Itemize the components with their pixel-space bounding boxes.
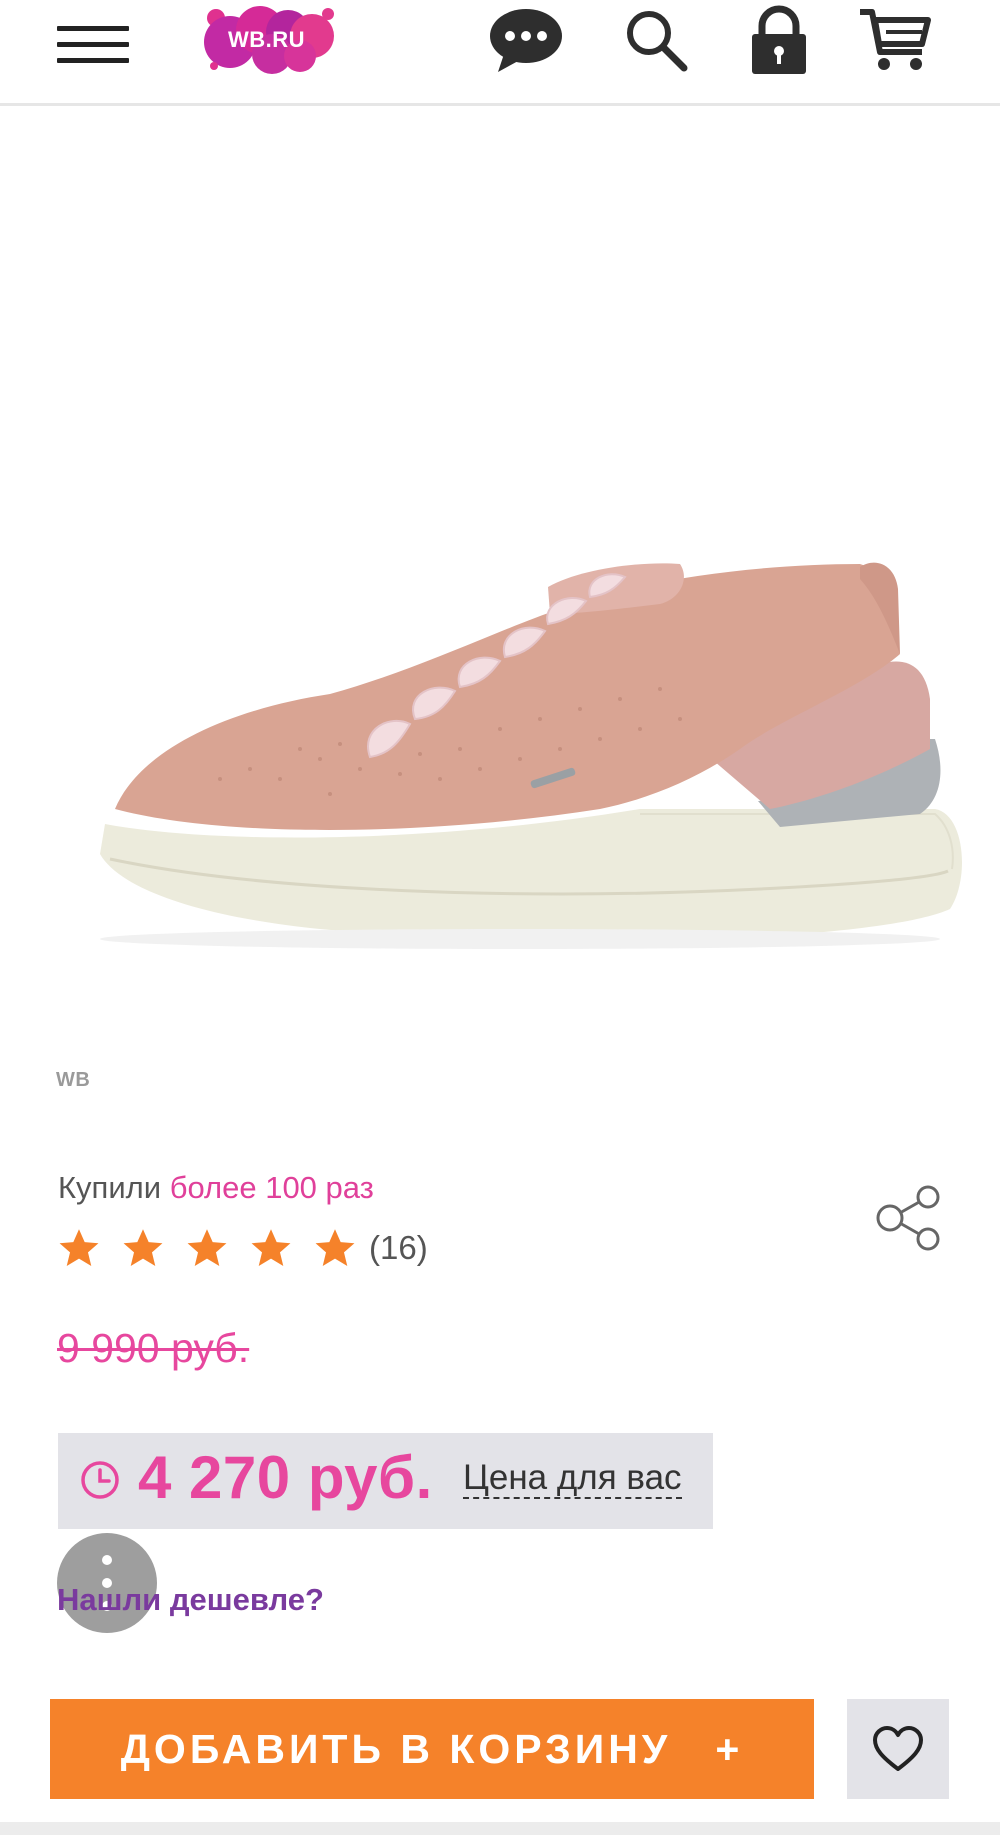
purchase-count-prefix: Купили xyxy=(58,1170,162,1205)
purchase-count-accent: более 100 раз xyxy=(169,1170,374,1205)
add-to-cart-label: ДОБАВИТЬ В КОРЗИНУ xyxy=(120,1725,672,1772)
menu-icon[interactable] xyxy=(57,24,129,64)
star-icon xyxy=(123,1229,163,1266)
reviews-count[interactable]: (16) xyxy=(369,1229,428,1267)
image-watermark: WB xyxy=(56,1069,91,1091)
sneaker-image xyxy=(100,562,962,949)
header: WB.RU xyxy=(0,0,1000,106)
chat-icon[interactable] xyxy=(488,6,564,79)
star-icon xyxy=(251,1229,291,1266)
price-for-you-link[interactable]: Цена для вас xyxy=(463,1459,682,1499)
price-box: 4 270 руб. Цена для вас xyxy=(58,1433,713,1529)
found-cheaper-link[interactable]: Нашли дешевле? xyxy=(57,1582,324,1618)
add-to-cart-button[interactable]: ДОБАВИТЬ В КОРЗИНУ + xyxy=(50,1699,814,1799)
current-price: 4 270 руб. xyxy=(138,1444,433,1511)
favorite-button[interactable] xyxy=(847,1699,949,1799)
heart-icon xyxy=(873,1726,923,1771)
star-icon xyxy=(187,1229,227,1266)
star-icon xyxy=(59,1229,99,1266)
cart-icon[interactable] xyxy=(858,6,932,79)
search-icon[interactable] xyxy=(624,8,688,77)
rating[interactable]: (16) xyxy=(57,1225,428,1271)
old-price: 9 990 руб. xyxy=(57,1325,250,1371)
plus-icon: + xyxy=(715,1725,744,1772)
bottom-strip xyxy=(0,1822,1000,1835)
lock-icon[interactable] xyxy=(748,4,810,81)
star-icon xyxy=(315,1229,355,1266)
clock-icon xyxy=(81,1461,119,1499)
logo[interactable]: WB.RU xyxy=(200,2,340,80)
product-image[interactable]: WB xyxy=(0,109,1000,1109)
share-icon[interactable] xyxy=(874,1183,944,1253)
purchase-count: Купили более 100 раз xyxy=(58,1170,374,1206)
logo-text: WB.RU xyxy=(228,27,306,52)
